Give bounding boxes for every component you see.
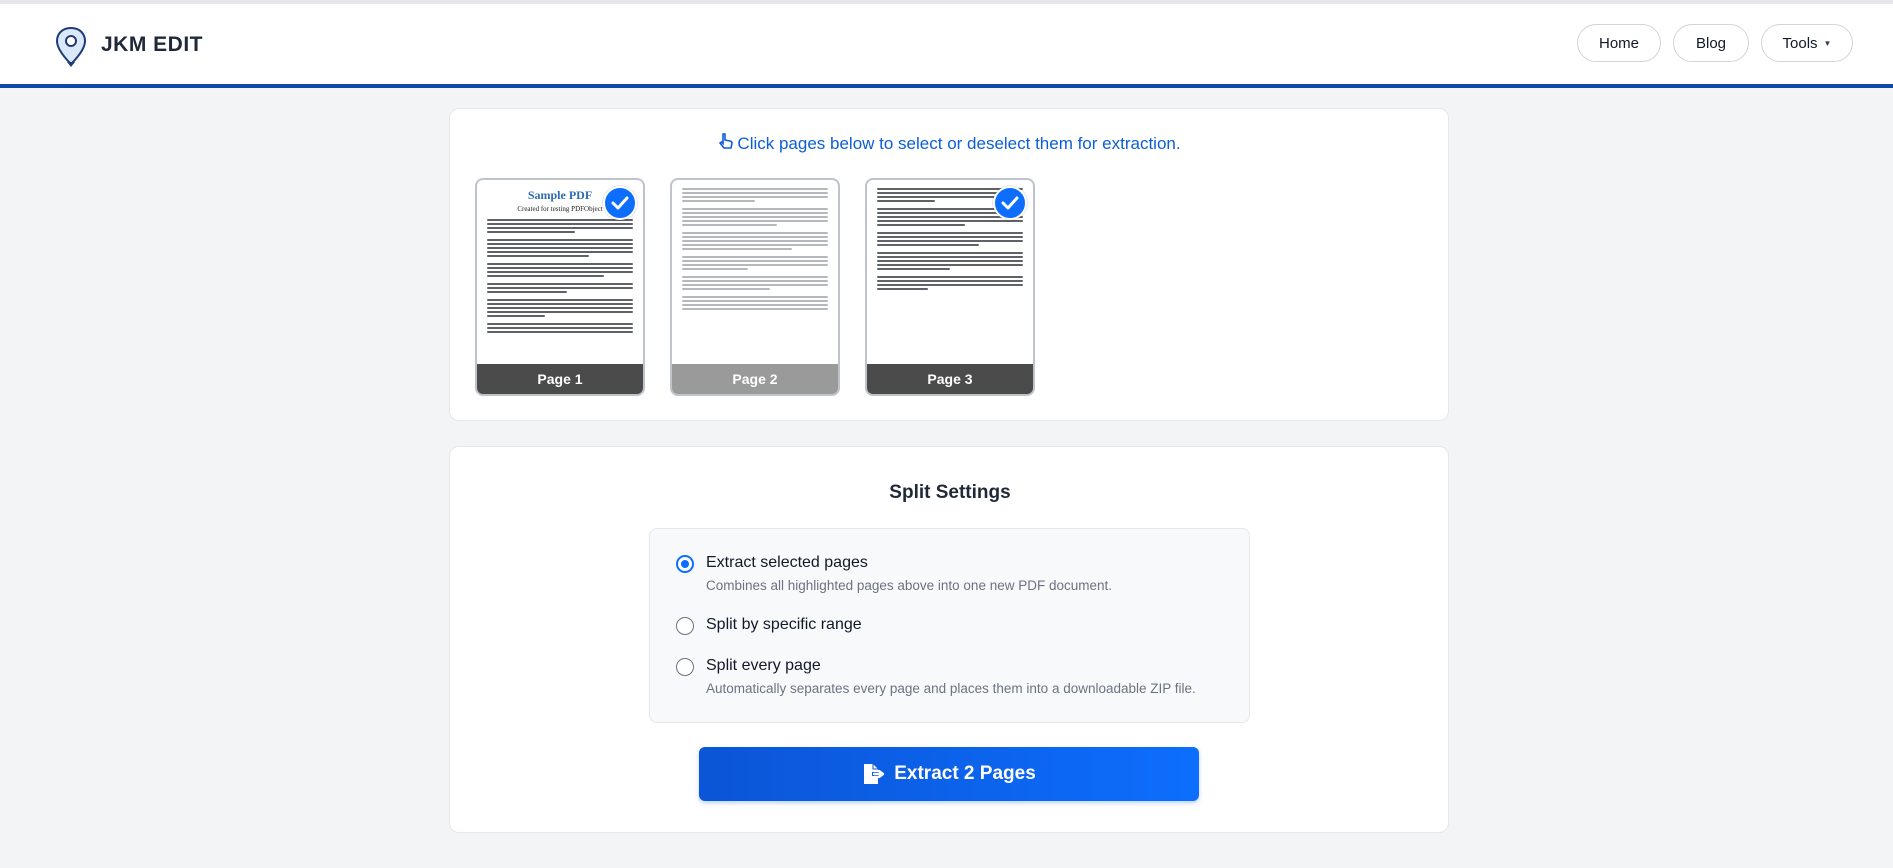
radio-split-every[interactable]	[676, 658, 694, 676]
page-label: Page 3	[867, 364, 1033, 394]
map-pin-logo-icon[interactable]	[54, 26, 88, 68]
caret-down-icon: ▼	[1823, 38, 1832, 48]
split-options-group: Extract selected pages Combines all high…	[649, 528, 1250, 723]
pointer-hand-icon	[719, 133, 734, 154]
extract-pages-button[interactable]: Extract 2 Pages	[699, 747, 1199, 801]
page-selection-panel: Click pages below to select or deselect …	[449, 108, 1449, 421]
option-description: Combines all highlighted pages above int…	[706, 578, 1113, 593]
extract-button-label: Extract 2 Pages	[894, 763, 1036, 784]
option-label[interactable]: Split by specific range	[706, 616, 862, 634]
settings-title: Split Settings	[889, 482, 1011, 503]
option-description: Automatically separates every page and p…	[706, 681, 1196, 696]
page-label: Page 1	[477, 364, 643, 394]
page-2-preview	[682, 188, 828, 364]
radio-split-range[interactable]	[676, 617, 694, 635]
nav-blog-button[interactable]: Blog	[1673, 24, 1749, 62]
page-thumbnail-3[interactable]: Page 3	[865, 178, 1035, 396]
split-settings-panel: Split Settings Extract selected pages Co…	[449, 446, 1449, 833]
main-nav: Home Blog Tools ▼	[1577, 24, 1853, 62]
selected-check-icon	[993, 186, 1027, 220]
nav-tools-label: Tools	[1782, 34, 1818, 52]
page-thumbnail-1[interactable]: Sample PDF Created for testing PDFObject…	[475, 178, 645, 396]
option-label[interactable]: Split every page	[706, 657, 821, 675]
instruction-text: Click pages below to select or deselect …	[737, 134, 1181, 153]
radio-extract-selected[interactable]	[676, 555, 694, 573]
selection-instruction: Click pages below to select or deselect …	[450, 133, 1450, 154]
page-label: Page 2	[672, 364, 838, 394]
brand-name[interactable]: JKM EDIT	[101, 33, 203, 57]
selected-check-icon	[603, 186, 637, 220]
nav-tools-dropdown[interactable]: Tools ▼	[1761, 24, 1853, 62]
site-header: JKM EDIT Home Blog Tools ▼	[0, 4, 1893, 88]
nav-home-button[interactable]: Home	[1577, 24, 1661, 62]
page-thumbnail-2[interactable]: Page 2	[670, 178, 840, 396]
option-label[interactable]: Extract selected pages	[706, 554, 868, 572]
file-export-icon	[864, 764, 885, 784]
